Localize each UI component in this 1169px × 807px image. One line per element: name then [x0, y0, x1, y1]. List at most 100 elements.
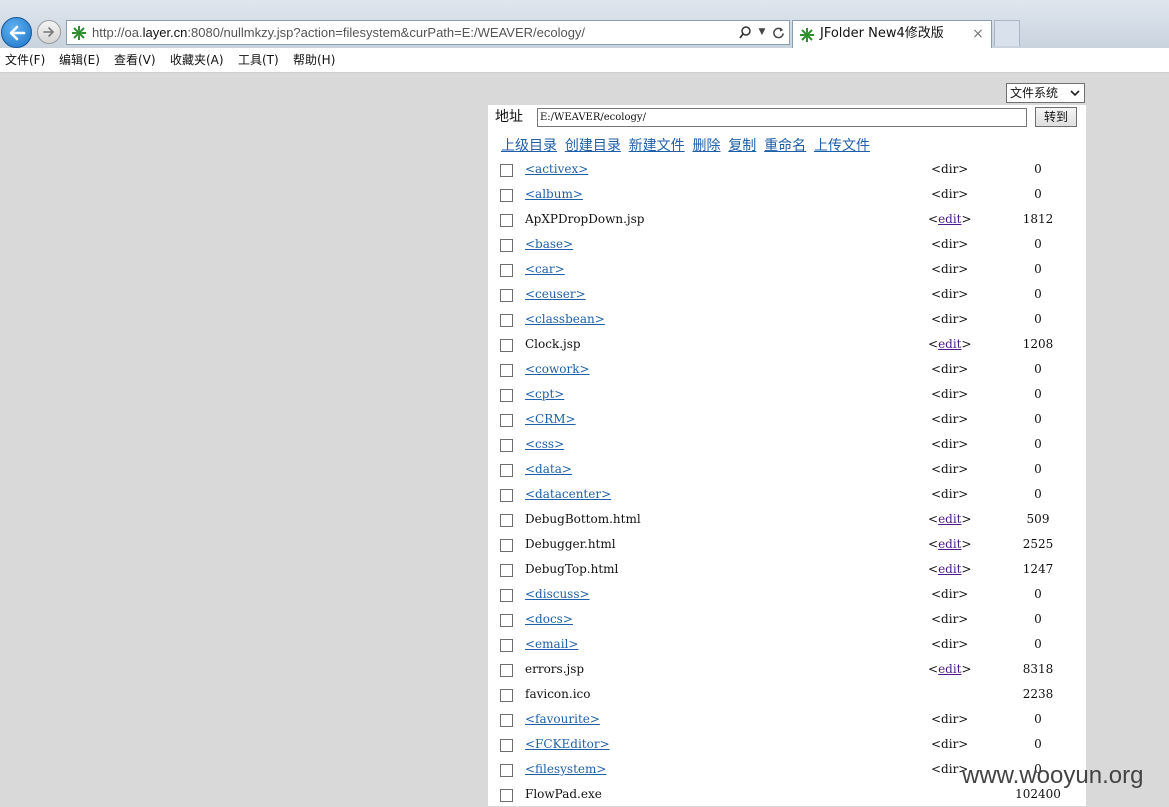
file-type-label: <dir> [931, 637, 969, 651]
menu-view[interactable]: 查看(V) [114, 48, 156, 72]
parent-dir-link[interactable]: 上级目录 [501, 138, 557, 154]
directory-link[interactable]: <activex> [525, 157, 588, 182]
directory-link[interactable]: <cowork> [525, 357, 590, 382]
menu-file[interactable]: 文件(F) [5, 48, 45, 72]
file-checkbox[interactable] [500, 389, 513, 402]
edit-file-link[interactable]: edit [938, 512, 961, 526]
file-checkbox[interactable] [500, 664, 513, 677]
new-file-link[interactable]: 新建文件 [629, 138, 685, 154]
file-type-label: <dir> [931, 462, 969, 476]
file-type-label: <dir> [931, 587, 969, 601]
file-checkbox[interactable] [500, 764, 513, 777]
file-size: 0 [1034, 387, 1042, 401]
file-type-label: <dir> [931, 262, 969, 276]
file-row: <data> <dir> 0 [488, 457, 1086, 482]
watermark: www.wooyun.org [962, 762, 1144, 789]
file-name: DebugTop.html [525, 562, 619, 576]
file-checkbox[interactable] [500, 339, 513, 352]
address-url[interactable]: http://oa.layer.cn:8080/nullmkzy.jsp?act… [92, 21, 585, 44]
search-icon[interactable] [736, 23, 754, 41]
file-checkbox[interactable] [500, 514, 513, 527]
file-checkbox[interactable] [500, 789, 513, 802]
forward-button[interactable] [37, 20, 61, 44]
upload-file-link[interactable]: 上传文件 [814, 138, 870, 154]
rename-link[interactable]: 重命名 [764, 138, 806, 154]
address-bar[interactable]: http://oa.layer.cn:8080/nullmkzy.jsp?act… [66, 20, 790, 45]
directory-link[interactable]: <FCKEditor> [525, 732, 610, 757]
file-size: 0 [1034, 712, 1042, 726]
file-checkbox[interactable] [500, 539, 513, 552]
file-checkbox[interactable] [500, 414, 513, 427]
file-size: 0 [1034, 362, 1042, 376]
menu-tools[interactable]: 工具(T) [238, 48, 279, 72]
file-checkbox[interactable] [500, 489, 513, 502]
file-size: 2238 [1022, 687, 1054, 701]
file-row: <cpt> <dir> 0 [488, 382, 1086, 407]
delete-link[interactable]: 删除 [692, 138, 720, 154]
directory-link[interactable]: <data> [525, 457, 572, 482]
file-type-label: <dir> [931, 287, 969, 301]
directory-link[interactable]: <cpt> [525, 382, 564, 407]
file-size: 1208 [1022, 337, 1054, 351]
file-checkbox[interactable] [500, 314, 513, 327]
directory-link[interactable]: <favourite> [525, 707, 600, 732]
close-tab-icon[interactable]: × [969, 25, 987, 43]
directory-link[interactable]: <filesystem> [525, 757, 606, 782]
directory-link[interactable]: <classbean> [525, 307, 605, 332]
directory-link[interactable]: <email> [525, 632, 578, 657]
file-checkbox[interactable] [500, 239, 513, 252]
browser-tab[interactable]: JFolder New4修改版 × [792, 20, 992, 48]
file-checkbox[interactable] [500, 264, 513, 277]
file-checkbox[interactable] [500, 464, 513, 477]
create-dir-link[interactable]: 创建目录 [565, 138, 621, 154]
directory-link[interactable]: <car> [525, 257, 565, 282]
file-size: 0 [1034, 587, 1042, 601]
menu-favorites[interactable]: 收藏夹(A) [170, 48, 224, 72]
back-button[interactable] [1, 17, 32, 48]
file-row: <car> <dir> 0 [488, 257, 1086, 282]
file-checkbox[interactable] [500, 639, 513, 652]
path-input[interactable]: E:/WEAVER/ecology/ [537, 108, 1027, 127]
directory-link[interactable]: <discuss> [525, 582, 590, 607]
directory-link[interactable]: <datacenter> [525, 482, 611, 507]
directory-link[interactable]: <css> [525, 432, 564, 457]
file-row: <email> <dir> 0 [488, 632, 1086, 657]
file-checkbox[interactable] [500, 164, 513, 177]
file-checkbox[interactable] [500, 689, 513, 702]
menu-help[interactable]: 帮助(H) [293, 48, 335, 72]
edit-file-link[interactable]: edit [938, 212, 961, 226]
directory-link[interactable]: <CRM> [525, 407, 576, 432]
directory-link[interactable]: <base> [525, 232, 573, 257]
menu-edit[interactable]: 编辑(E) [59, 48, 100, 72]
file-row: <cowork> <dir> 0 [488, 357, 1086, 382]
go-button[interactable]: 转到 [1035, 107, 1077, 127]
file-checkbox[interactable] [500, 189, 513, 202]
file-checkbox[interactable] [500, 289, 513, 302]
edit-file-link[interactable]: edit [938, 662, 961, 676]
file-name: errors.jsp [525, 662, 585, 676]
file-type-label: <dir> [931, 437, 969, 451]
directory-link[interactable]: <album> [525, 182, 583, 207]
arrow-right-icon [43, 27, 54, 37]
copy-link[interactable]: 复制 [728, 138, 756, 154]
filesystem-select[interactable]: 文件系统 [1006, 83, 1085, 103]
file-checkbox[interactable] [500, 364, 513, 377]
file-checkbox[interactable] [500, 564, 513, 577]
file-row: <ceuser> <dir> 0 [488, 282, 1086, 307]
site-favicon-icon [72, 26, 86, 40]
file-checkbox[interactable] [500, 439, 513, 452]
edit-file-link[interactable]: edit [938, 537, 961, 551]
file-name: Debugger.html [525, 537, 616, 551]
file-checkbox[interactable] [500, 714, 513, 727]
file-checkbox[interactable] [500, 214, 513, 227]
file-checkbox[interactable] [500, 614, 513, 627]
edit-file-link[interactable]: edit [938, 562, 961, 576]
refresh-icon[interactable] [769, 23, 787, 41]
directory-link[interactable]: <docs> [525, 607, 573, 632]
edit-file-link[interactable]: edit [938, 337, 961, 351]
file-checkbox[interactable] [500, 739, 513, 752]
directory-link[interactable]: <ceuser> [525, 282, 586, 307]
file-checkbox[interactable] [500, 589, 513, 602]
file-size: 0 [1034, 487, 1042, 501]
new-tab-button[interactable] [994, 20, 1020, 46]
